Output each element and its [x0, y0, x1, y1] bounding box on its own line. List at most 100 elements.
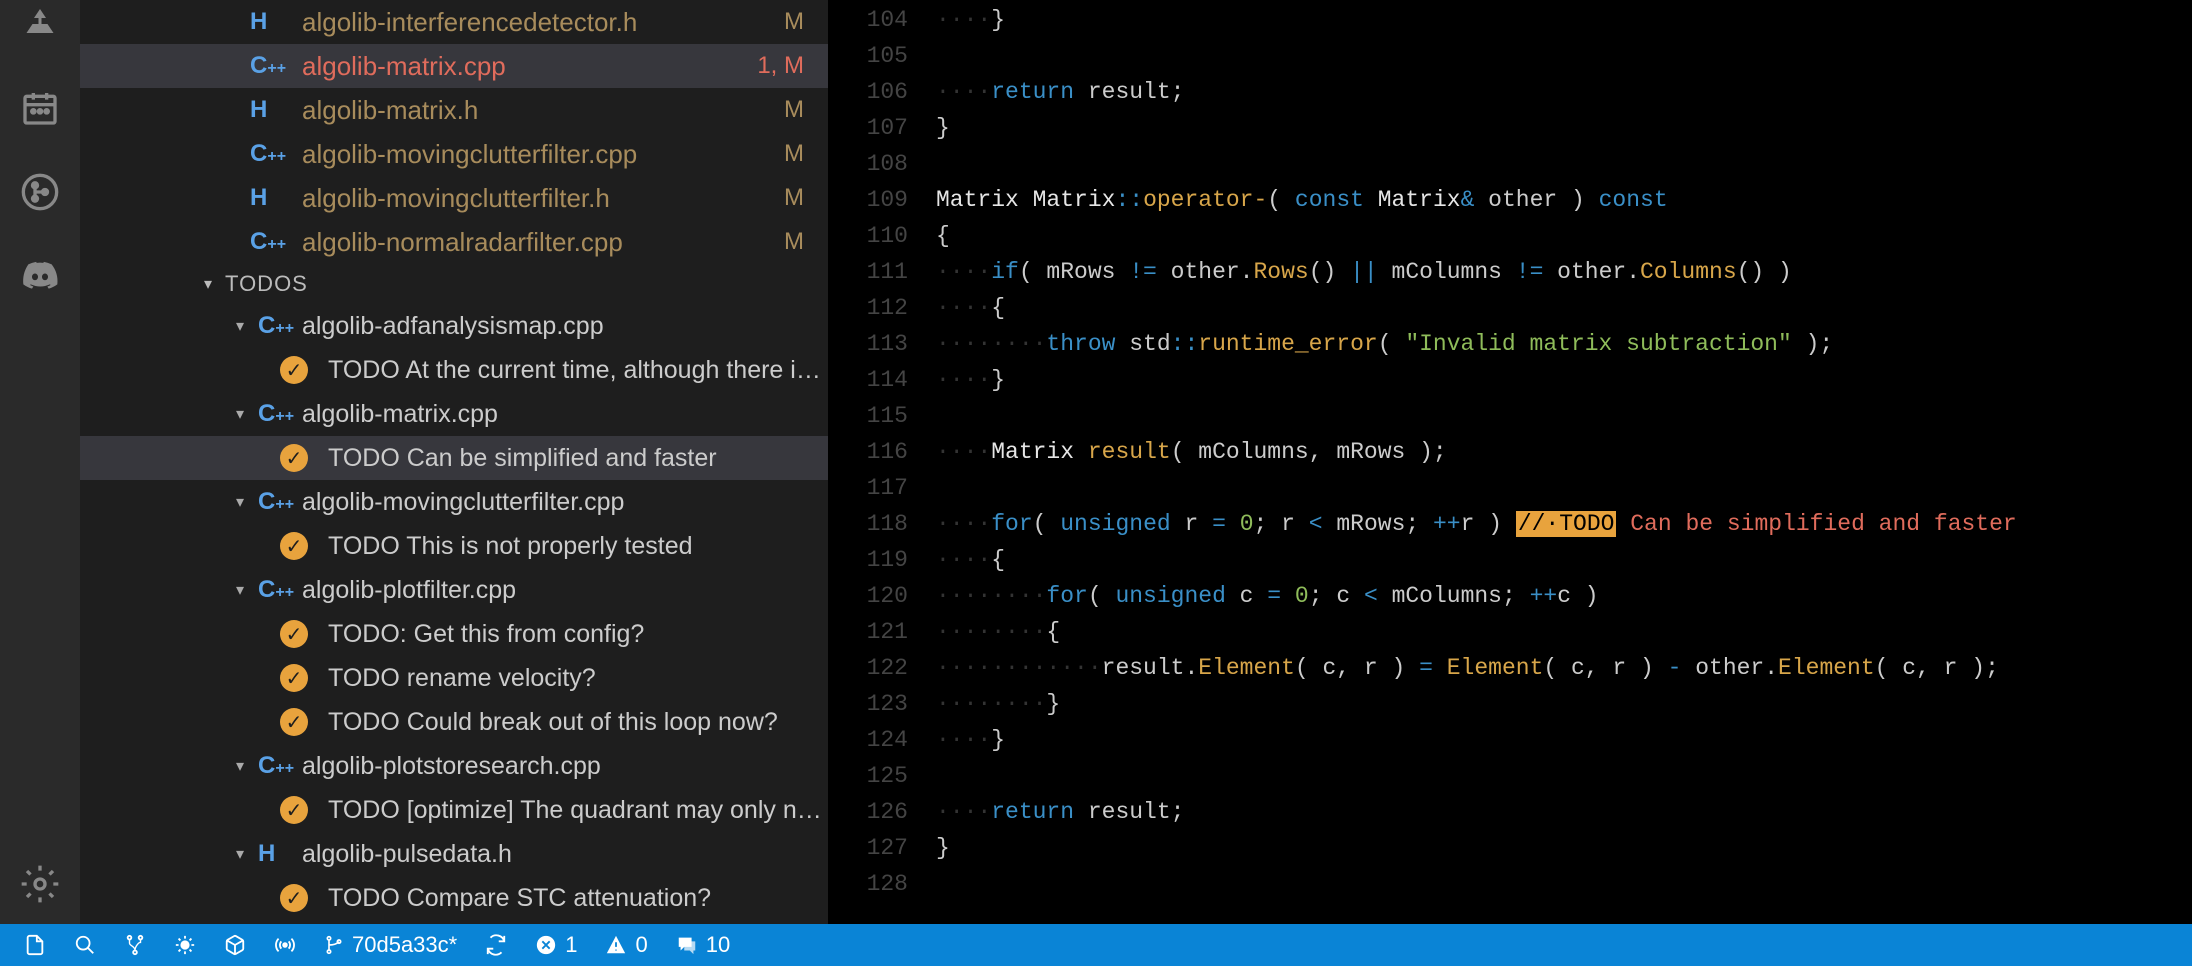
file-row[interactable]: Halgolib-movingclutterfilter.hM [80, 176, 828, 220]
todo-item[interactable]: ✓TODO Can be simplified and faster [80, 436, 828, 480]
line-number: 122 [828, 650, 908, 686]
gear-icon[interactable] [20, 864, 60, 904]
section-label: TODOS [225, 271, 308, 297]
line-number: 119 [828, 542, 908, 578]
branch-circle-icon[interactable] [20, 172, 60, 212]
chevron-down-icon: ▾ [236, 316, 244, 336]
code-line: ····for( unsigned r = 0; r < mRows; ++r … [936, 506, 2192, 542]
sb-sync-icon[interactable] [485, 934, 507, 956]
file-badge: M [784, 140, 804, 168]
line-number: 108 [828, 146, 908, 182]
cpp-file-icon: C++ [258, 400, 302, 428]
todo-item[interactable]: ✓TODO Could break out of this loop now? [80, 700, 828, 744]
todo-text: TODO rename velocity? [328, 664, 596, 693]
sb-comments[interactable]: 10 [676, 932, 730, 958]
sb-search-icon[interactable] [74, 934, 96, 956]
line-number: 111 [828, 254, 908, 290]
todo-item[interactable]: ✓TODO rename velocity? [80, 656, 828, 700]
check-circle-icon: ✓ [280, 884, 308, 912]
todo-file-header[interactable]: ▾C++algolib-plotstoresearch.cpp [80, 744, 828, 788]
todo-file-header[interactable]: ▾Halgolib-pulsedata.h [80, 832, 828, 876]
file-row[interactable]: Halgolib-interferencedetector.hM [80, 0, 828, 44]
code-line: ········throw std::runtime_error( "Inval… [936, 326, 2192, 362]
file-row[interactable]: C++algolib-matrix.cpp1, M [80, 44, 828, 88]
line-number: 118 [828, 506, 908, 542]
file-name: algolib-movingclutterfilter.cpp [302, 139, 784, 170]
todo-file-header[interactable]: ▾C++algolib-plotfilter.cpp [80, 568, 828, 612]
todo-item[interactable]: ✓TODO: Get this from config? [80, 612, 828, 656]
cpp-file-icon: C++ [258, 752, 302, 780]
cpp-file-icon: C++ [258, 312, 302, 340]
h-file-icon: H [250, 96, 284, 124]
todo-file-name: algolib-plotstoresearch.cpp [302, 752, 601, 781]
code-line [936, 146, 2192, 182]
todo-item[interactable]: ✓ TODO At the current time, although ther… [80, 348, 828, 392]
todo-file-header[interactable]: ▾C++algolib-adfanalysismap.cpp [80, 304, 828, 348]
code-line: ····Matrix result( mColumns, mRows ); [936, 434, 2192, 470]
check-circle-icon: ✓ [280, 620, 308, 648]
sb-file-icon[interactable] [24, 934, 46, 956]
line-number: 114 [828, 362, 908, 398]
code-line: Matrix Matrix::operator-( const Matrix& … [936, 182, 2192, 218]
cpp-file-icon: C++ [250, 52, 284, 80]
file-name: algolib-interferencedetector.h [302, 7, 784, 38]
line-number: 117 [828, 470, 908, 506]
sb-warnings[interactable]: 0 [605, 932, 647, 958]
check-circle-icon: ✓ [280, 532, 308, 560]
todo-file-header[interactable]: ▾C++algolib-movingclutterfilter.cpp [80, 480, 828, 524]
sb-branch[interactable]: 70d5a33c* [324, 932, 457, 958]
code-line [936, 398, 2192, 434]
file-row[interactable]: Halgolib-matrix.hM [80, 88, 828, 132]
line-number: 124 [828, 722, 908, 758]
code-line: ····return result; [936, 794, 2192, 830]
line-number: 127 [828, 830, 908, 866]
check-circle-icon: ✓ [280, 444, 308, 472]
sb-radio-icon[interactable] [274, 934, 296, 956]
todo-file-name: algolib-pulsedata.h [302, 840, 512, 869]
check-circle-icon: ✓ [280, 356, 308, 384]
code-area[interactable]: ····}····return result;}Matrix Matrix::o… [936, 0, 2192, 924]
todo-item[interactable]: ✓TODO Compare STC attenuation? [80, 876, 828, 920]
cpp-file-icon: C++ [258, 576, 302, 604]
discord-icon[interactable] [20, 256, 60, 296]
todo-item[interactable]: ✓TODO [optimize] The quadrant may only n… [80, 788, 828, 832]
sb-errors[interactable]: 1 [535, 932, 577, 958]
todo-file-header[interactable]: ▾C++algolib-matrix.cpp [80, 392, 828, 436]
line-number: 128 [828, 866, 908, 902]
todo-text: TODO This is not properly tested [328, 532, 693, 561]
h-file-icon: H [250, 184, 284, 212]
line-number: 105 [828, 38, 908, 74]
line-number: 126 [828, 794, 908, 830]
sb-package-icon[interactable] [224, 934, 246, 956]
todo-text: TODO Could break out of this loop now? [328, 708, 778, 737]
code-line [936, 758, 2192, 794]
chevron-down-icon: ▾ [236, 492, 244, 512]
editor[interactable]: 1041051061071081091101111121131141151161… [828, 0, 2192, 924]
sb-debug-icon[interactable] [174, 934, 196, 956]
line-number: 113 [828, 326, 908, 362]
code-line: ····{ [936, 290, 2192, 326]
sidebar: Halgolib-interferencedetector.hMC++algol… [80, 0, 828, 924]
sb-fork-icon[interactable] [124, 934, 146, 956]
todo-item[interactable]: ✓ TODO This is not properly tested [80, 524, 828, 568]
code-line: ····if( mRows != other.Rows() || mColumn… [936, 254, 2192, 290]
cpp-file-icon: C++ [250, 228, 284, 256]
file-row[interactable]: C++algolib-movingclutterfilter.cppM [80, 132, 828, 176]
file-row[interactable]: C++algolib-normalradarfilter.cppM [80, 220, 828, 264]
file-badge: M [784, 96, 804, 124]
line-number: 121 [828, 614, 908, 650]
check-circle-icon: ✓ [280, 796, 308, 824]
tree-icon[interactable] [20, 4, 60, 44]
chevron-down-icon: ▾ [204, 274, 213, 294]
file-name: algolib-normalradarfilter.cpp [302, 227, 784, 258]
todo-text: TODO At the current time, although there… [328, 356, 828, 385]
line-number: 120 [828, 578, 908, 614]
file-name: algolib-movingclutterfilter.h [302, 183, 784, 214]
file-name: algolib-matrix.h [302, 95, 784, 126]
line-number: 125 [828, 758, 908, 794]
code-line: ········for( unsigned c = 0; c < mColumn… [936, 578, 2192, 614]
code-line: ····} [936, 722, 2192, 758]
todos-section-header[interactable]: ▾ TODOS [80, 264, 828, 304]
code-line: ········{ [936, 614, 2192, 650]
calendar-icon[interactable] [20, 88, 60, 128]
